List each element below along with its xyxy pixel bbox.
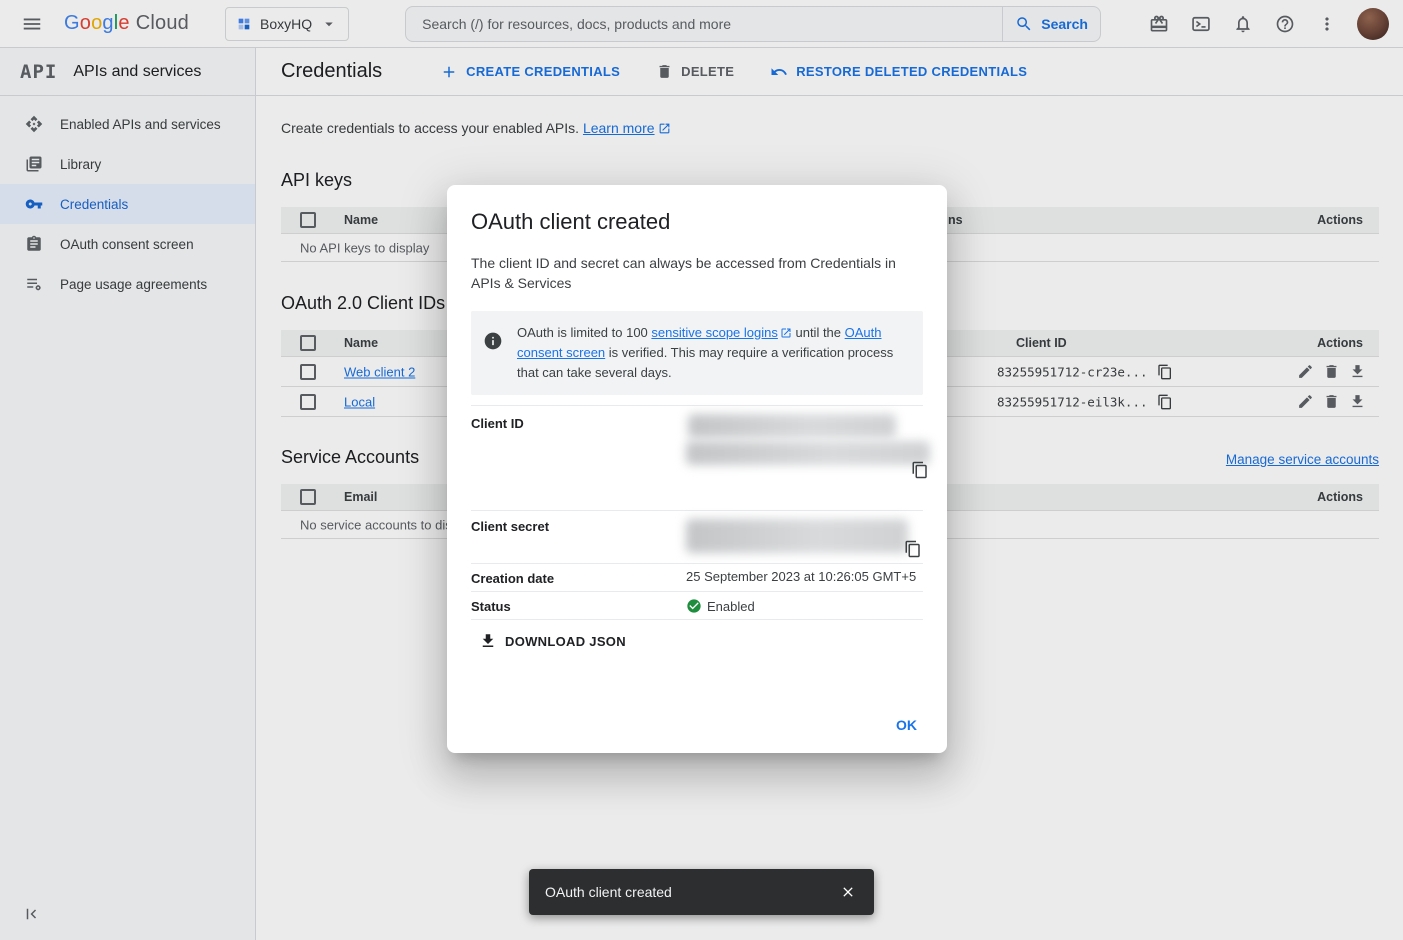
creation-date-label: Creation date [471, 569, 686, 586]
download-json-button[interactable]: DOWNLOAD JSON [479, 632, 626, 650]
external-link-icon [780, 327, 792, 339]
redacted-client-secret [686, 519, 908, 553]
status-label: Status [471, 597, 686, 614]
snackbar: OAuth client created [529, 869, 874, 915]
notice-link-label: sensitive scope logins [651, 325, 777, 340]
ok-button[interactable]: OK [886, 709, 927, 741]
close-icon [840, 884, 856, 900]
client-id-label: Client ID [471, 414, 686, 500]
redacted-client-id [686, 441, 930, 465]
client-id-row: Client ID [471, 405, 923, 510]
redacted-client-id [688, 414, 896, 438]
snackbar-close-button[interactable] [832, 876, 864, 908]
copy-icon [911, 461, 929, 479]
creation-date-row: Creation date 25 September 2023 at 10:26… [471, 563, 923, 591]
notice-segment: OAuth is limited to 100 [517, 325, 651, 340]
client-secret-value [686, 517, 923, 557]
info-icon [483, 331, 503, 351]
copy-client-secret-button[interactable] [901, 537, 925, 561]
client-secret-row: Client secret [471, 510, 923, 563]
snackbar-message: OAuth client created [545, 884, 832, 900]
copy-client-id-button[interactable] [908, 458, 932, 482]
dialog-title: OAuth client created [471, 209, 923, 235]
download-icon [479, 632, 497, 650]
dialog-body-text: The client ID and secret can always be a… [471, 253, 900, 293]
creation-date-value: 25 September 2023 at 10:26:05 GMT+5 [686, 569, 923, 586]
copy-icon [904, 540, 922, 558]
check-circle-icon [686, 598, 702, 614]
oauth-client-created-dialog: OAuth client created The client ID and s… [447, 185, 947, 753]
notice-segment: until the [792, 325, 845, 340]
oauth-limit-notice: OAuth is limited to 100 sensitive scope … [471, 311, 923, 395]
status-text: Enabled [707, 599, 755, 614]
google-cloud-console: G o o g l e Cloud BoxyHQ Search [0, 0, 1403, 940]
sensitive-scope-logins-link[interactable]: sensitive scope logins [651, 325, 791, 340]
client-secret-label: Client secret [471, 517, 686, 557]
status-row: Status Enabled [471, 591, 923, 620]
download-json-label: DOWNLOAD JSON [505, 634, 626, 649]
notice-text: OAuth is limited to 100 sensitive scope … [517, 323, 909, 383]
status-value: Enabled [686, 597, 923, 614]
client-id-value [686, 414, 930, 500]
